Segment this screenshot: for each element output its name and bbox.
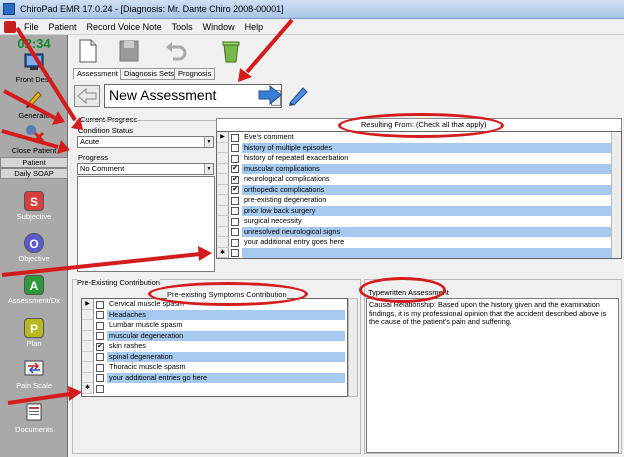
annotation-arrows bbox=[1, 18, 294, 405]
